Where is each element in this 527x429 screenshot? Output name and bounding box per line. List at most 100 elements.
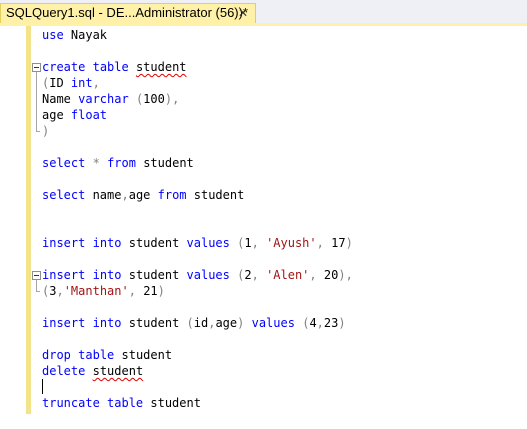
code-token: 21 bbox=[135, 284, 158, 298]
code-token: 'Ayush' bbox=[266, 236, 317, 250]
selection-margin[interactable] bbox=[0, 26, 26, 429]
code-token: 'Alen' bbox=[266, 268, 310, 282]
code-token: , bbox=[121, 188, 129, 202]
code-token: into bbox=[92, 236, 122, 250]
collapse-icon[interactable] bbox=[32, 63, 41, 72]
collapse-icon[interactable] bbox=[32, 271, 41, 280]
code-token: , bbox=[128, 284, 136, 298]
code-token: ) bbox=[338, 316, 346, 330]
code-token: 4 bbox=[309, 316, 317, 330]
code-line[interactable]: use Nayak bbox=[42, 27, 107, 43]
code-token: , bbox=[309, 268, 317, 282]
code-token: , bbox=[56, 284, 64, 298]
code-token: ), bbox=[338, 268, 353, 282]
code-line[interactable]: Name varchar (100), bbox=[42, 91, 179, 107]
code-token: , bbox=[316, 236, 324, 250]
tab-sqlquery1[interactable]: SQLQuery1.sql - DE...Administrator (56))… bbox=[0, 3, 256, 23]
code-token: select bbox=[42, 156, 86, 170]
code-token: values bbox=[186, 268, 230, 282]
code-token: from bbox=[157, 188, 187, 202]
code-token: int bbox=[70, 76, 93, 90]
code-line[interactable]: truncate table student bbox=[42, 395, 201, 411]
query-editor[interactable]: use Nayak create table student (ID int, Nam… bbox=[0, 26, 527, 429]
code-token: 2 bbox=[244, 268, 252, 282]
text-caret bbox=[42, 379, 43, 394]
code-token: values bbox=[251, 316, 295, 330]
code-token: student bbox=[92, 364, 144, 378]
code-token: , bbox=[92, 76, 100, 90]
code-token: insert bbox=[42, 236, 86, 250]
code-token: ( bbox=[186, 316, 194, 330]
code-token: 'Manthan' bbox=[63, 284, 129, 298]
code-line[interactable]: insert into student values (2, 'Alen', 2… bbox=[42, 267, 353, 283]
code-token: ) bbox=[345, 236, 353, 250]
code-token: student bbox=[143, 396, 201, 410]
code-token: student bbox=[114, 348, 173, 362]
code-line[interactable]: select name,age from student bbox=[42, 187, 244, 203]
code-line[interactable]: age float bbox=[42, 107, 107, 123]
document-tab-strip: SQLQuery1.sql - DE...Administrator (56))… bbox=[0, 0, 527, 26]
code-token: 100 bbox=[143, 92, 165, 106]
code-token: insert bbox=[42, 316, 86, 330]
outline-guide bbox=[36, 72, 37, 132]
code-token: student bbox=[135, 60, 187, 74]
close-icon[interactable]: ✕ bbox=[235, 4, 251, 22]
code-token: delete bbox=[42, 364, 86, 378]
code-token: Nayak bbox=[63, 28, 108, 42]
code-token: , bbox=[251, 268, 259, 282]
code-token: table bbox=[107, 396, 144, 410]
code-line[interactable]: (3,'Manthan', 21) bbox=[42, 283, 165, 299]
code-token: student bbox=[121, 268, 187, 282]
code-token: * bbox=[92, 156, 100, 170]
code-token: student bbox=[121, 316, 187, 330]
code-line[interactable]: ) bbox=[42, 123, 49, 139]
code-token: values bbox=[186, 236, 230, 250]
code-token: student bbox=[135, 156, 194, 170]
code-token: truncate bbox=[42, 396, 100, 410]
code-token: 20 bbox=[316, 268, 339, 282]
code-token: drop bbox=[42, 348, 71, 362]
code-token: age bbox=[42, 108, 71, 122]
code-token: Name bbox=[42, 92, 79, 106]
code-token: id bbox=[193, 316, 209, 330]
code-line[interactable]: (ID int, bbox=[42, 75, 100, 91]
code-token: ) bbox=[42, 124, 50, 138]
code-line[interactable]: drop table student bbox=[42, 347, 172, 363]
code-token: varchar bbox=[78, 92, 129, 106]
tab-title: SQLQuery1.sql - DE...Administrator (56))… bbox=[6, 5, 249, 20]
code-line[interactable]: select * from student bbox=[42, 155, 194, 171]
code-token: name bbox=[85, 188, 122, 202]
outline-guide-end bbox=[36, 131, 40, 132]
code-token: from bbox=[107, 156, 136, 170]
code-line[interactable]: insert into student values (1, 'Ayush', … bbox=[42, 235, 353, 251]
code-token: ID bbox=[49, 76, 71, 90]
code-token: age bbox=[215, 316, 238, 330]
code-line[interactable]: delete student bbox=[42, 363, 143, 379]
code-token: student bbox=[121, 236, 187, 250]
code-token: create bbox=[42, 60, 86, 74]
code-token: 23 bbox=[323, 316, 339, 330]
code-token: table bbox=[92, 60, 129, 74]
code-token: insert bbox=[42, 268, 86, 282]
code-line[interactable]: insert into student (id,age) values (4,2… bbox=[42, 315, 346, 331]
code-token: , bbox=[251, 236, 259, 250]
code-token: ), bbox=[164, 92, 180, 106]
change-tracking-bar bbox=[26, 26, 31, 414]
code-token: , bbox=[316, 316, 324, 330]
code-line[interactable]: create table student bbox=[42, 59, 187, 75]
code-token: age bbox=[128, 188, 158, 202]
outline-guide-end bbox=[36, 291, 40, 292]
code-token: ) bbox=[157, 284, 165, 298]
code-token: into bbox=[92, 316, 122, 330]
code-token: float bbox=[70, 108, 108, 122]
